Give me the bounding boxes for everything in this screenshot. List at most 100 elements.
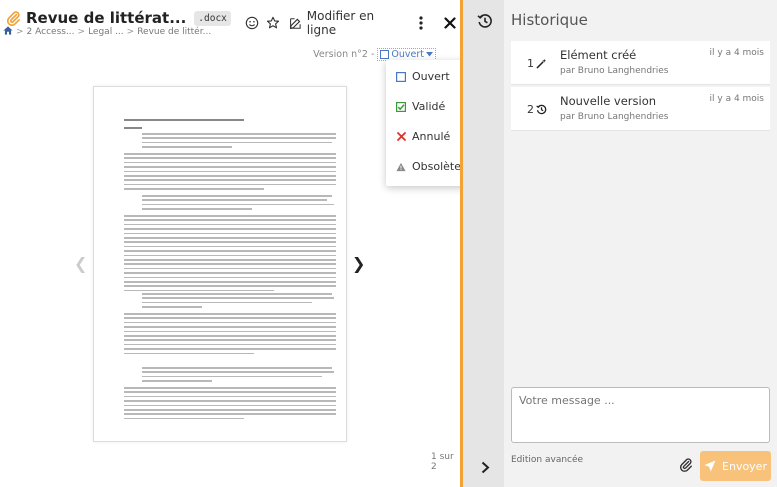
edit-online-button[interactable]: Modifier en ligne xyxy=(289,9,405,37)
history-item-time: il y a 4 mois xyxy=(709,48,764,58)
page-text-line xyxy=(124,179,336,181)
breadcrumb-separator: > xyxy=(126,27,135,37)
more-options-icon[interactable] xyxy=(411,13,431,33)
history-item-time: il y a 4 mois xyxy=(709,94,764,104)
star-icon[interactable] xyxy=(264,13,284,33)
page-text-line xyxy=(142,199,327,201)
status-option-cancelled[interactable]: Annulé xyxy=(396,130,450,143)
cross-icon xyxy=(396,132,406,142)
page-text-line xyxy=(124,391,336,393)
page-text-line xyxy=(124,285,336,287)
previous-page-arrow[interactable]: ❮ xyxy=(74,254,87,273)
history-item-title: Elément créé xyxy=(560,48,637,62)
page-text-line xyxy=(124,232,336,235)
side-strip xyxy=(460,0,504,487)
paperclip-icon[interactable] xyxy=(678,457,694,473)
page-text-line xyxy=(124,245,336,248)
message-input[interactable] xyxy=(511,387,770,443)
page-text-line xyxy=(142,133,336,135)
version-label: Version n°2 - xyxy=(313,49,375,60)
page-text-line xyxy=(124,272,336,274)
top-actions: Modifier en ligne xyxy=(242,9,460,37)
history-icon xyxy=(536,104,547,115)
page-text-line xyxy=(142,306,202,308)
history-item[interactable]: 1 Elément créé par Bruno Langhendries il… xyxy=(511,41,770,85)
page-text-line xyxy=(124,289,274,292)
send-button[interactable]: Envoyer xyxy=(700,451,771,481)
page-text-line xyxy=(124,321,336,324)
history-icon[interactable] xyxy=(476,12,494,30)
next-page-arrow[interactable]: ❯ xyxy=(352,254,365,273)
page-text-line xyxy=(142,297,334,299)
home-icon[interactable] xyxy=(3,26,13,38)
status-option-validated[interactable]: Validé xyxy=(396,100,445,113)
page-text-line xyxy=(124,395,336,398)
page-text-line xyxy=(124,281,336,283)
page-text-line xyxy=(124,387,336,389)
breadcrumb-separator: > xyxy=(16,27,24,37)
history-item-title: Nouvelle version xyxy=(560,94,657,108)
collapse-panel-arrow[interactable] xyxy=(476,458,494,476)
advanced-edit-link[interactable]: Edition avancée xyxy=(511,455,583,465)
checkbox-checked-icon xyxy=(396,101,406,112)
status-option-label: Validé xyxy=(412,100,446,113)
history-item-number: 1 xyxy=(527,57,547,70)
paperclip-icon xyxy=(4,9,22,27)
page-text-line xyxy=(124,215,336,217)
breadcrumb-item[interactable]: Revue de littér... xyxy=(137,27,211,37)
page-text-line xyxy=(124,335,336,337)
page-text-line xyxy=(124,228,336,230)
page-text-line xyxy=(124,404,336,407)
page-text-line xyxy=(142,371,334,373)
page-text-line xyxy=(124,259,336,261)
breadcrumb: > 2 Access... > Legal ... > Revue de lit… xyxy=(3,26,211,38)
breadcrumb-separator: > xyxy=(77,27,86,37)
page-text-line xyxy=(124,352,254,355)
page-text-line xyxy=(124,413,336,415)
close-icon[interactable] xyxy=(440,13,460,33)
page-text-line xyxy=(142,203,334,206)
warning-icon xyxy=(396,162,406,172)
breadcrumb-item[interactable]: Legal ... xyxy=(88,27,124,37)
send-icon xyxy=(704,460,716,472)
page-text-line xyxy=(142,293,332,295)
page-text-line xyxy=(124,183,336,186)
page-text-line xyxy=(142,141,332,144)
page-text-line xyxy=(142,208,252,210)
status-option-label: Obsolète xyxy=(412,160,462,173)
page-text-line xyxy=(142,137,336,139)
history-title: Historique xyxy=(511,11,588,29)
history-item[interactable]: 2 Nouvelle version par Bruno Langhendrie… xyxy=(511,87,770,131)
page-text-line xyxy=(124,339,336,341)
page-text-line xyxy=(124,119,244,121)
edit-icon xyxy=(289,17,301,29)
page-text-line xyxy=(124,326,336,328)
page-text-line xyxy=(124,250,336,252)
page-text-line xyxy=(124,348,336,350)
page-text-line xyxy=(124,241,336,243)
document-preview-page xyxy=(93,86,347,442)
page-text-line xyxy=(142,367,332,369)
status-option-obsolete[interactable]: Obsolète xyxy=(396,160,461,173)
page-text-line xyxy=(124,170,336,173)
emoji-icon[interactable] xyxy=(242,13,262,33)
page-text-line xyxy=(142,375,322,378)
page-text-line xyxy=(124,157,336,159)
checkbox-empty-icon xyxy=(396,71,406,82)
breadcrumb-item[interactable]: 2 Access... xyxy=(27,27,75,37)
page-text-line xyxy=(142,380,212,382)
page-text-line xyxy=(124,166,336,168)
app-root: Revue de littérat... .docx Modifier en l… xyxy=(0,0,777,487)
page-text-line xyxy=(124,153,336,155)
history-item-author: par Bruno Langhendries xyxy=(560,112,669,122)
status-option-label: Ouvert xyxy=(412,70,450,83)
page-text-line xyxy=(142,146,232,148)
send-label: Envoyer xyxy=(722,459,767,473)
page-text-line xyxy=(124,127,142,129)
history-item-number: 2 xyxy=(527,103,547,116)
checkbox-empty-icon xyxy=(380,50,390,59)
caret-down-icon xyxy=(426,52,433,57)
status-option-open[interactable]: Ouvert xyxy=(396,70,450,83)
history-panel: Historique 1 Elément créé par Bruno Lang… xyxy=(504,0,777,487)
page-text-line xyxy=(124,267,336,270)
